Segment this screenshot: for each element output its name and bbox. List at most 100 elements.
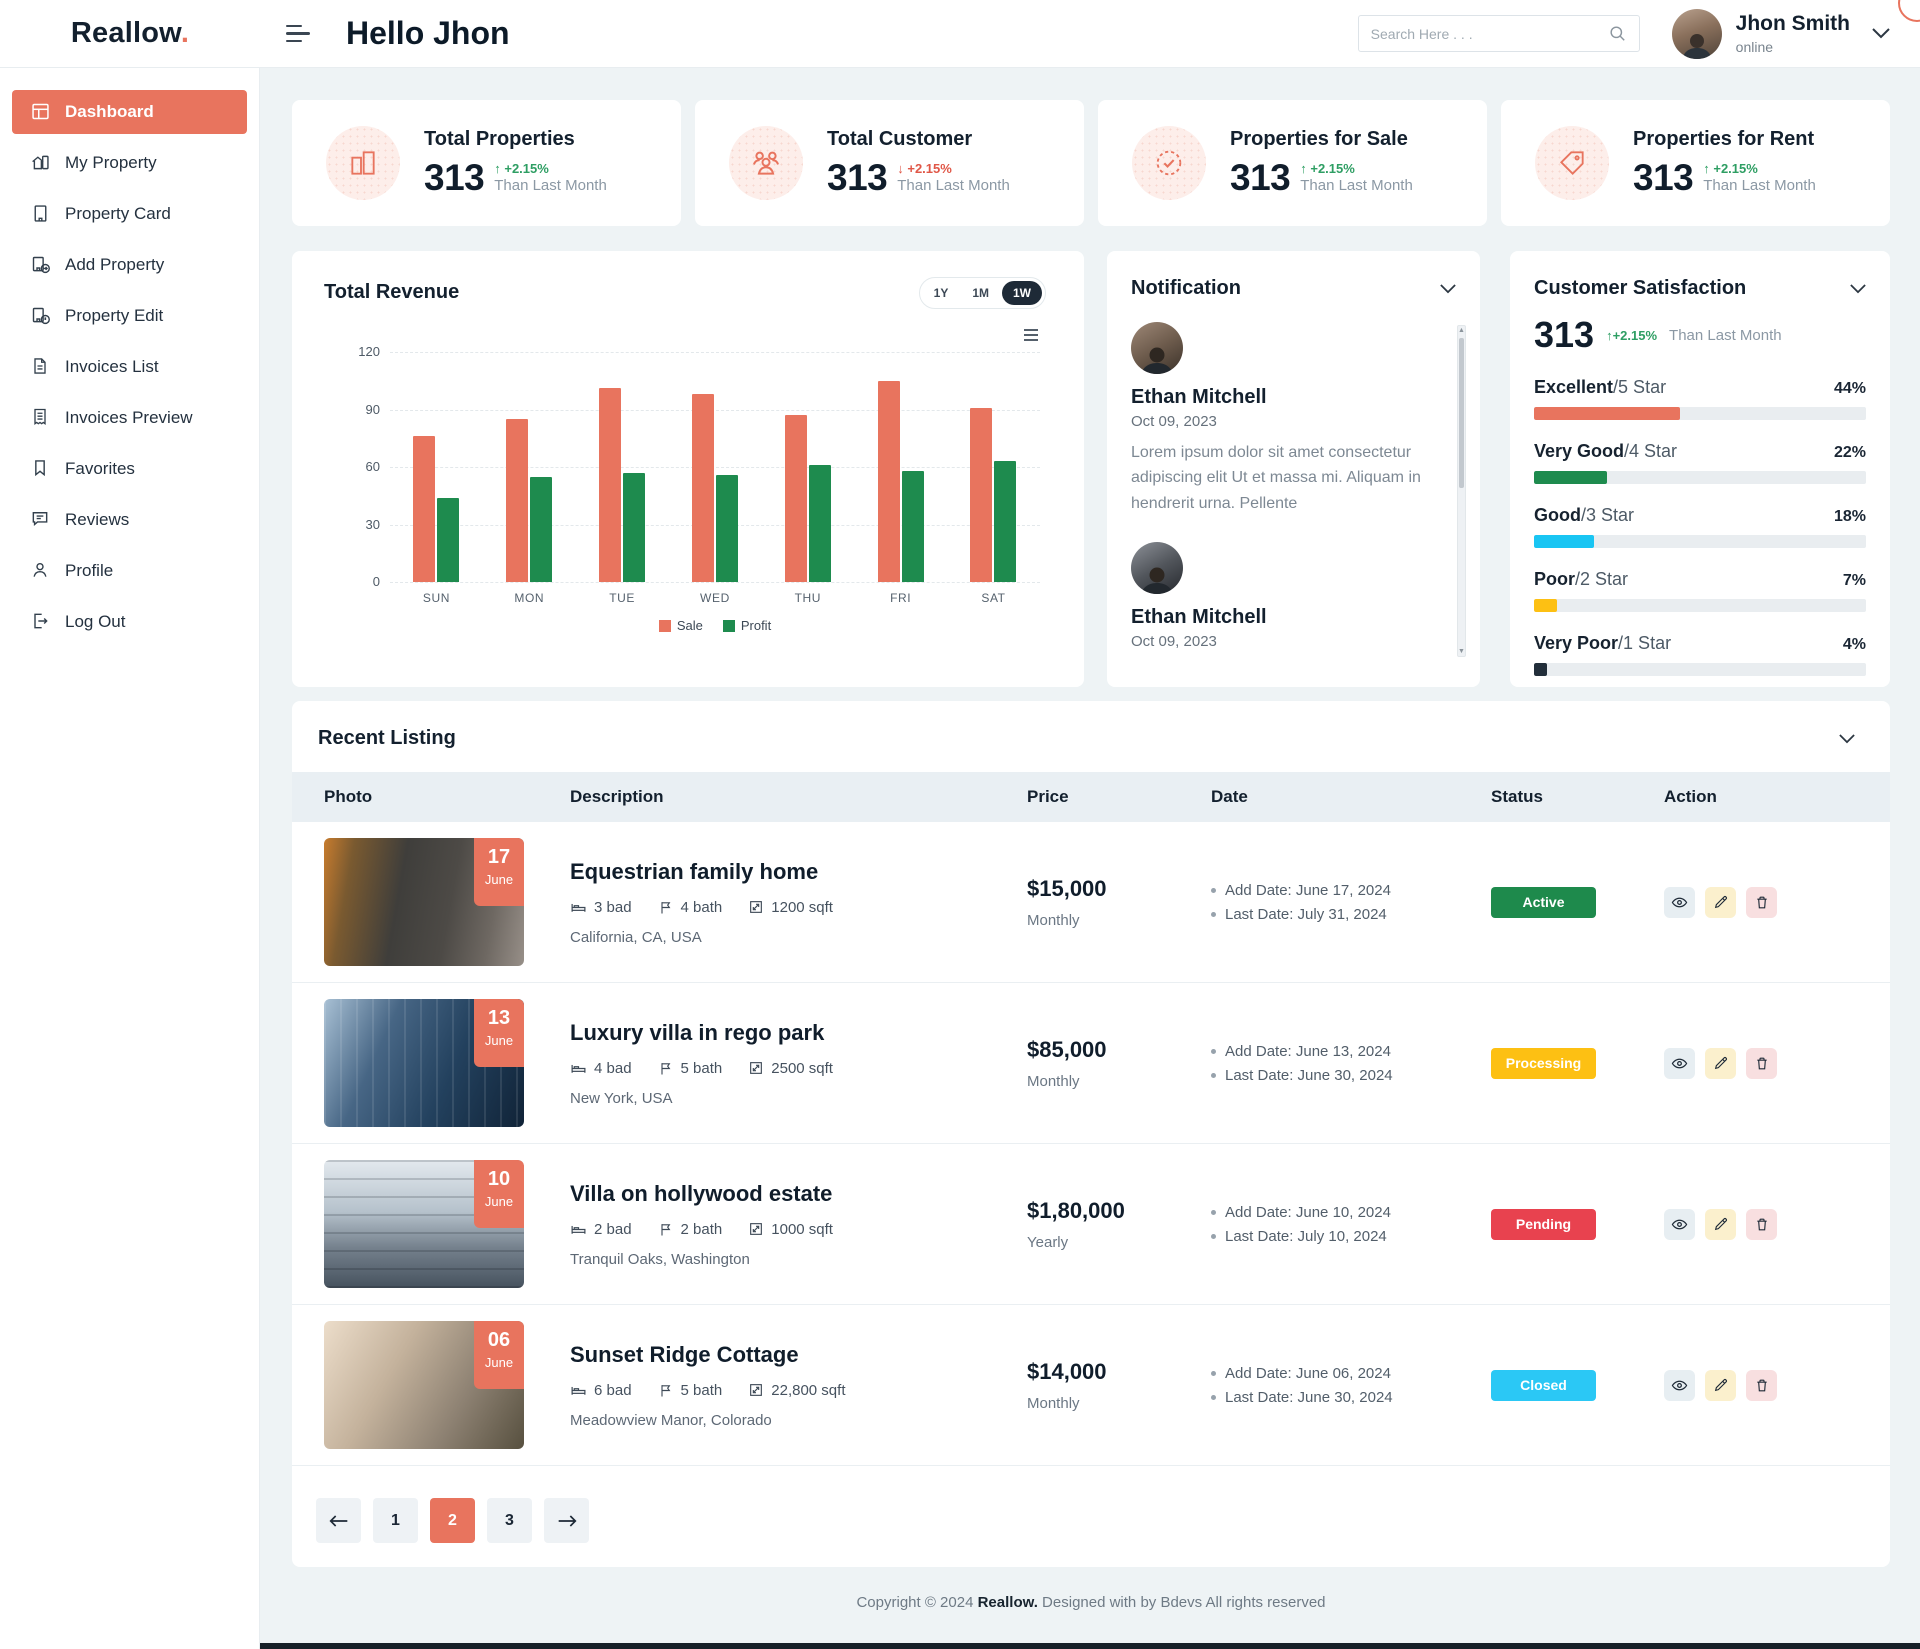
recent-listing-panel: Recent Listing Photo Description Price D… bbox=[292, 701, 1890, 1567]
range-1w[interactable]: 1W bbox=[1002, 281, 1042, 305]
status-badge[interactable]: Pending bbox=[1491, 1209, 1596, 1240]
page-button-3[interactable]: 3 bbox=[487, 1498, 532, 1543]
bar-group-mon bbox=[506, 419, 552, 582]
badge-month: June bbox=[474, 1194, 524, 1209]
badge-day: 13 bbox=[474, 1008, 524, 1028]
chart-menu-icon[interactable] bbox=[1024, 329, 1038, 341]
x-axis-label: TUE bbox=[592, 591, 652, 605]
date-badge: 10 June bbox=[474, 1160, 524, 1228]
stat-note: Than Last Month bbox=[1703, 177, 1816, 194]
date-badge: 17 June bbox=[474, 838, 524, 906]
sidebar-item-reviews[interactable]: Reviews bbox=[12, 498, 247, 542]
price-period: Yearly bbox=[1027, 1234, 1211, 1251]
sidebar-item-invoices-preview[interactable]: Invoices Preview bbox=[12, 396, 247, 440]
delete-button[interactable] bbox=[1746, 1370, 1777, 1401]
chevron-down-icon[interactable] bbox=[1839, 734, 1855, 744]
trash-icon bbox=[1754, 1055, 1770, 1072]
status-badge[interactable]: Processing bbox=[1491, 1048, 1596, 1079]
sidebar-item-invoices-list[interactable]: Invoices List bbox=[12, 345, 247, 389]
menu-toggle-icon[interactable] bbox=[286, 25, 310, 43]
view-button[interactable] bbox=[1664, 1370, 1695, 1401]
sale-bar bbox=[413, 436, 435, 582]
edit-button[interactable] bbox=[1705, 1209, 1736, 1240]
col-action: Action bbox=[1664, 787, 1890, 807]
delete-button[interactable] bbox=[1746, 887, 1777, 918]
bed-icon bbox=[570, 899, 587, 916]
y-axis-tick: 60 bbox=[350, 459, 380, 474]
chevron-down-icon[interactable] bbox=[1872, 28, 1890, 39]
notification-item[interactable]: Ethan Mitchell Oct 09, 2023 Lorem ipsum … bbox=[1131, 322, 1426, 516]
property-title[interactable]: Villa on hollywood estate bbox=[570, 1181, 1027, 1207]
view-button[interactable] bbox=[1664, 1209, 1695, 1240]
scrollbar-thumb[interactable] bbox=[1459, 338, 1464, 488]
avatar bbox=[1131, 542, 1183, 594]
sidebar-item-dashboard[interactable]: Dashboard bbox=[12, 90, 247, 134]
chart-legend: SaleProfit bbox=[390, 618, 1040, 633]
notification-item[interactable]: Ethan Mitchell Oct 09, 2023 bbox=[1131, 542, 1426, 650]
rating-percent: 7% bbox=[1843, 572, 1866, 590]
sidebar-item-property-card[interactable]: Property Card bbox=[12, 192, 247, 236]
footer: Copyright © 2024 Reallow. Designed with … bbox=[292, 1567, 1890, 1637]
prev-page-button[interactable] bbox=[316, 1498, 361, 1543]
trash-icon bbox=[1754, 1377, 1770, 1394]
logo[interactable]: Reallow. bbox=[0, 17, 260, 50]
chevron-down-icon[interactable] bbox=[1440, 284, 1456, 294]
favorites-icon bbox=[30, 458, 52, 480]
delete-button[interactable] bbox=[1746, 1048, 1777, 1079]
sidebar-item-label: Property Card bbox=[65, 204, 171, 224]
last-date: Last Date: June 30, 2024 bbox=[1225, 1067, 1393, 1084]
baths-value: 2 bath bbox=[681, 1221, 723, 1238]
sidebar-item-log-out[interactable]: Log Out bbox=[12, 600, 247, 644]
table-row: 06 June Sunset Ridge Cottage 6 bad 5 bat… bbox=[292, 1305, 1890, 1466]
edit-button[interactable] bbox=[1705, 887, 1736, 918]
sidebar-item-favorites[interactable]: Favorites bbox=[12, 447, 247, 491]
stat-value: 313 bbox=[827, 157, 887, 199]
next-page-button[interactable] bbox=[544, 1498, 589, 1543]
col-date: Date bbox=[1211, 787, 1491, 807]
delete-button[interactable] bbox=[1746, 1209, 1777, 1240]
baths-value: 5 bath bbox=[681, 1382, 723, 1399]
badge-month: June bbox=[474, 1033, 524, 1048]
property-location: New York, USA bbox=[570, 1090, 1027, 1107]
property-title[interactable]: Luxury villa in rego park bbox=[570, 1020, 1027, 1046]
customers-icon bbox=[729, 126, 803, 200]
stat-title: Properties for Rent bbox=[1633, 128, 1816, 151]
edit-button[interactable] bbox=[1705, 1048, 1736, 1079]
bottom-bar bbox=[0, 1643, 1920, 1649]
chevron-down-icon[interactable] bbox=[1850, 284, 1866, 294]
view-button[interactable] bbox=[1664, 887, 1695, 918]
edit-button[interactable] bbox=[1705, 1370, 1736, 1401]
status-badge[interactable]: Closed bbox=[1491, 1370, 1596, 1401]
sidebar-item-my-property[interactable]: My Property bbox=[12, 141, 247, 185]
x-axis-label: THU bbox=[778, 591, 838, 605]
user-profile[interactable]: Jhon Smith online bbox=[1672, 9, 1890, 59]
pencil-icon bbox=[1713, 1377, 1729, 1393]
property-title[interactable]: Equestrian family home bbox=[570, 859, 1027, 885]
col-status: Status bbox=[1491, 787, 1664, 807]
table-header: Photo Description Price Date Status Acti… bbox=[292, 772, 1890, 822]
search-icon[interactable] bbox=[1608, 24, 1627, 43]
area-icon bbox=[748, 1221, 764, 1237]
page-button-2[interactable]: 2 bbox=[430, 1498, 475, 1543]
page-button-1[interactable]: 1 bbox=[373, 1498, 418, 1543]
add-date: Add Date: June 06, 2024 bbox=[1225, 1365, 1391, 1382]
chart-x-labels: SUNMONTUEWEDTHUFRISAT bbox=[390, 591, 1040, 605]
rating-bar-track bbox=[1534, 535, 1866, 548]
price-value: $85,000 bbox=[1027, 1037, 1211, 1063]
property-title[interactable]: Sunset Ridge Cottage bbox=[570, 1342, 1027, 1368]
sidebar-item-label: Profile bbox=[65, 561, 113, 581]
bar-group-fri bbox=[878, 381, 924, 582]
range-1m[interactable]: 1M bbox=[961, 281, 1000, 305]
sidebar-item-add-property[interactable]: Add Property bbox=[12, 243, 247, 287]
stat-card: Properties for Sale 313 ↑ +2.15% Than La… bbox=[1098, 100, 1487, 226]
status-badge[interactable]: Active bbox=[1491, 887, 1596, 918]
sidebar-item-property-edit[interactable]: Property Edit bbox=[12, 294, 247, 338]
view-button[interactable] bbox=[1664, 1048, 1695, 1079]
range-1y[interactable]: 1Y bbox=[923, 281, 960, 305]
sidebar-item-label: My Property bbox=[65, 153, 157, 173]
sidebar-item-profile[interactable]: Profile bbox=[12, 549, 247, 593]
search-input[interactable] bbox=[1371, 26, 1608, 42]
baths-value: 4 bath bbox=[681, 899, 723, 916]
scrollbar[interactable]: ▲ ▼ bbox=[1457, 325, 1466, 657]
listing-title: Recent Listing bbox=[318, 727, 456, 750]
